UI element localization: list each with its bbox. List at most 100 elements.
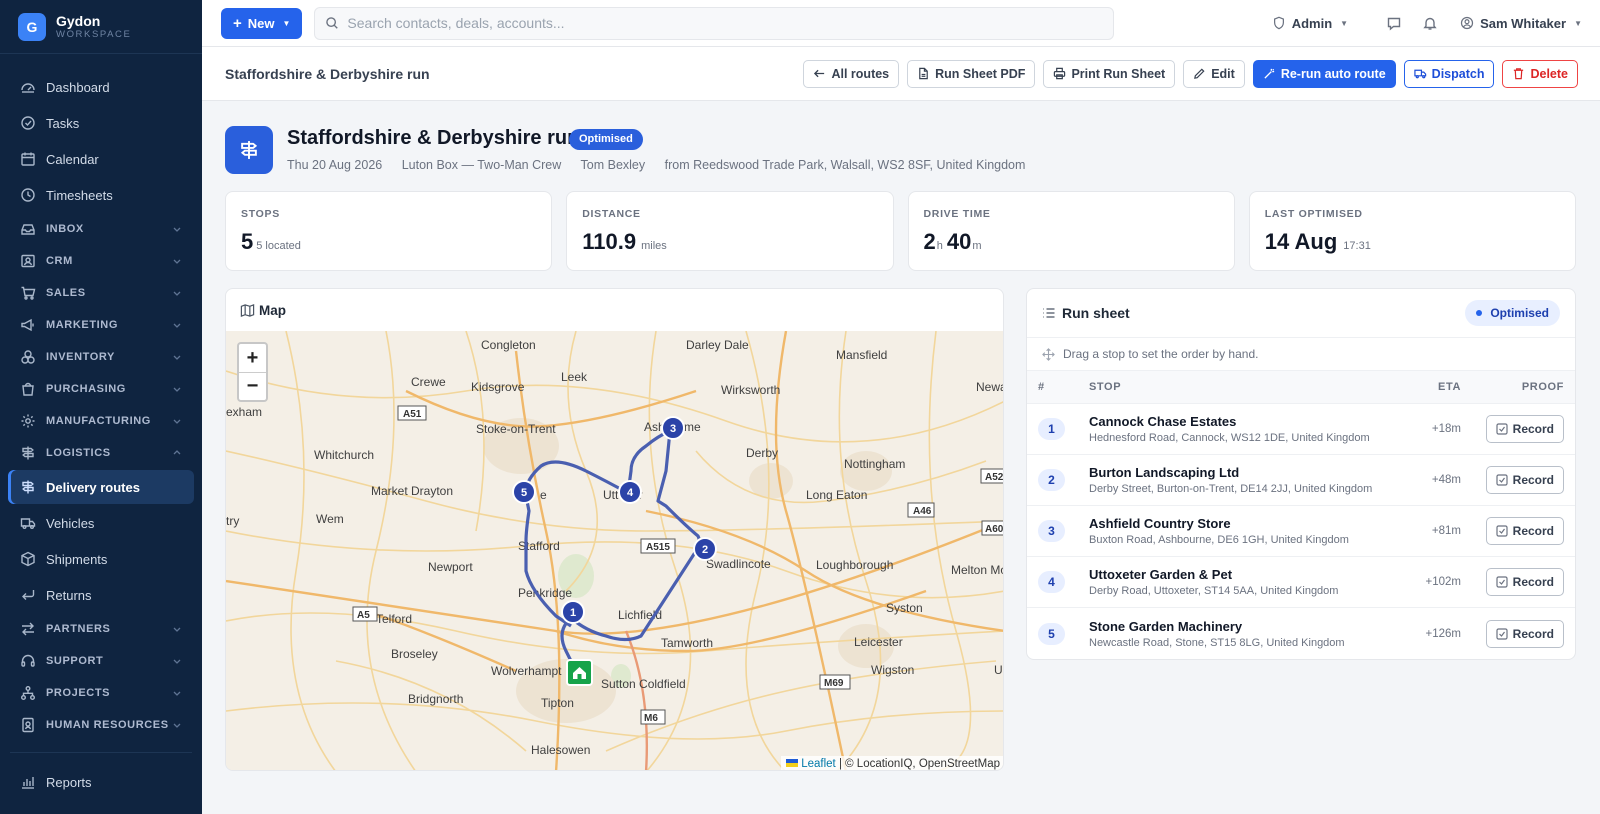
- map-label: Newark: [976, 380, 1004, 394]
- nav-group-label: CRM: [46, 255, 73, 267]
- map-view[interactable]: Congleton Darley Dale Mansfield Crewe Ki…: [226, 331, 1004, 771]
- bell-icon[interactable]: [1422, 15, 1438, 31]
- nav-group-purchasing[interactable]: PURCHASING: [8, 374, 194, 404]
- route-date: Thu 20 Aug 2026: [287, 158, 383, 172]
- run-sheet-pdf-button[interactable]: Run Sheet PDF: [907, 59, 1036, 88]
- caret-down-icon: ▼: [1574, 18, 1582, 28]
- nav-group-sales[interactable]: SALES: [8, 278, 194, 308]
- caret-down-icon: ▼: [282, 18, 291, 28]
- stat-value: 14 Aug: [1264, 229, 1338, 254]
- map-canvas[interactable]: Congleton Darley Dale Mansfield Crewe Ki…: [226, 331, 1004, 771]
- sidebar-item-label: Returns: [46, 587, 92, 603]
- stop-marker[interactable]: 3: [661, 416, 685, 440]
- nav-group-manufacturing[interactable]: MANUFACTURING: [8, 406, 194, 436]
- hint-text: Drag a stop to set the order by hand.: [1063, 347, 1259, 361]
- map-label: Loughborough: [816, 558, 893, 572]
- chevron-up-icon: [173, 450, 181, 455]
- table-row[interactable]: 5 Stone Garden Machinery Newcastle Road, …: [1027, 608, 1575, 659]
- return-arrow-icon: [22, 590, 35, 600]
- role-menu[interactable]: Admin ▼: [1272, 16, 1348, 31]
- sidebar-item-label: Vehicles: [46, 515, 95, 531]
- record-button[interactable]: Record: [1485, 568, 1564, 596]
- road-label: M6: [644, 713, 658, 724]
- dispatch-button[interactable]: Dispatch: [1403, 59, 1495, 88]
- table-row[interactable]: 4 Uttoxeter Garden & Pet Derby Road, Utto…: [1027, 557, 1575, 608]
- edit-button[interactable]: Edit: [1183, 59, 1245, 88]
- map-label: Tamworth: [661, 636, 713, 650]
- record-button[interactable]: Record: [1485, 517, 1564, 545]
- sidebar-item-delivery-routes[interactable]: Delivery routes: [8, 470, 194, 504]
- map-label: Whitchurch: [314, 448, 374, 462]
- user-name: Sam Whitaker: [1480, 15, 1567, 31]
- stop-eta: +126m: [1425, 627, 1461, 640]
- table-row[interactable]: 1 Cannock Chase Estates Hednesford Road, …: [1027, 404, 1575, 455]
- table-row[interactable]: 3 Ashfield Country Store Buxton Road, Ash…: [1027, 506, 1575, 557]
- chevron-down-icon: [173, 419, 181, 424]
- signpost-icon: [22, 480, 34, 494]
- stop-marker[interactable]: 1: [561, 600, 585, 624]
- column-header: ETA: [1438, 381, 1461, 393]
- record-button[interactable]: Record: [1485, 415, 1564, 443]
- map-header: Map: [226, 289, 1003, 331]
- status-label: Optimised: [1490, 306, 1549, 320]
- nav-group-crm[interactable]: CRM: [8, 246, 194, 276]
- brand[interactable]: G Gydon WORKSPACE: [0, 0, 202, 54]
- svg-text:2: 2: [702, 544, 708, 556]
- map-label: Market Drayton: [371, 484, 453, 498]
- print-run-sheet-button[interactable]: Print Run Sheet: [1043, 59, 1176, 88]
- sidebar-item-shipments[interactable]: Shipments: [8, 542, 194, 576]
- sidebar-item-tasks[interactable]: Tasks: [8, 106, 194, 140]
- road-label: A5: [357, 610, 370, 621]
- stop-marker[interactable]: 5: [512, 480, 536, 504]
- sidebar-item-dashboard[interactable]: Dashboard: [8, 70, 194, 104]
- status-badge: Optimised: [569, 129, 643, 150]
- zoom-out-button[interactable]: −: [239, 372, 266, 400]
- depot-marker[interactable]: [566, 659, 593, 686]
- new-button[interactable]: + New ▼: [221, 7, 303, 39]
- user-menu[interactable]: Sam Whitaker ▼: [1460, 16, 1582, 31]
- zoom-in-button[interactable]: +: [239, 344, 266, 372]
- nav-group-marketing[interactable]: MARKETING: [8, 310, 194, 340]
- leaflet-link[interactable]: Leaflet: [801, 758, 836, 770]
- sidebar-item-returns[interactable]: Returns: [8, 578, 194, 612]
- nav-group-projects[interactable]: PROJECTS: [8, 678, 194, 708]
- sidebar-item-reports[interactable]: Reports: [8, 765, 194, 799]
- road-label: A52: [985, 472, 1004, 483]
- stat-label: LAST OPTIMISED: [1264, 208, 1363, 220]
- sidebar-item-calendar[interactable]: Calendar: [8, 142, 194, 176]
- sidebar-item-vehicles[interactable]: Vehicles: [8, 506, 194, 540]
- cart-icon: [21, 286, 36, 300]
- svg-text:5: 5: [521, 487, 527, 499]
- sidebar-item-timesheets[interactable]: Timesheets: [8, 178, 194, 212]
- stop-name: Cannock Chase Estates: [1089, 414, 1237, 429]
- stop-marker[interactable]: 4: [618, 480, 642, 504]
- search-box[interactable]: [314, 6, 1115, 40]
- table-header: # STOP ETA PROOF: [1027, 371, 1575, 404]
- checkbox-icon: [1496, 576, 1508, 588]
- chat-icon[interactable]: [1386, 15, 1402, 31]
- all-routes-button[interactable]: All routes: [803, 59, 900, 88]
- record-button[interactable]: Record: [1485, 619, 1564, 648]
- record-button[interactable]: Record: [1485, 466, 1564, 494]
- rerun-auto-route-button[interactable]: Re-run auto route: [1252, 59, 1396, 88]
- chevron-down-icon: [173, 323, 181, 328]
- road-label: A46: [913, 506, 932, 517]
- nav-group-inbox[interactable]: INBOX: [8, 214, 194, 244]
- search-input[interactable]: [347, 15, 1088, 31]
- table-row[interactable]: 2 Burton Landscaping Ltd Derby Street, Bu…: [1027, 455, 1575, 506]
- nav-group-support[interactable]: SUPPORT: [8, 646, 194, 676]
- inbox-icon: [21, 224, 35, 235]
- road-label: M69: [824, 678, 844, 689]
- nav-group-partners[interactable]: PARTNERS: [8, 614, 194, 644]
- checkbox-icon: [1496, 474, 1508, 486]
- stop-address: Buxton Road, Ashbourne, DE6 1GH, United …: [1089, 534, 1349, 546]
- plus-icon: +: [233, 14, 242, 32]
- map-label: Tipton: [541, 696, 574, 710]
- delete-button[interactable]: Delete: [1502, 59, 1578, 88]
- button-label: Record: [1512, 626, 1554, 641]
- nav-group-human-resources[interactable]: HUMAN RESOURCES: [8, 710, 194, 740]
- stop-marker[interactable]: 2: [693, 537, 717, 561]
- map-label: Kidsgrove: [471, 380, 525, 394]
- nav-group-logistics[interactable]: LOGISTICS: [8, 438, 194, 468]
- nav-group-inventory[interactable]: INVENTORY: [8, 342, 194, 372]
